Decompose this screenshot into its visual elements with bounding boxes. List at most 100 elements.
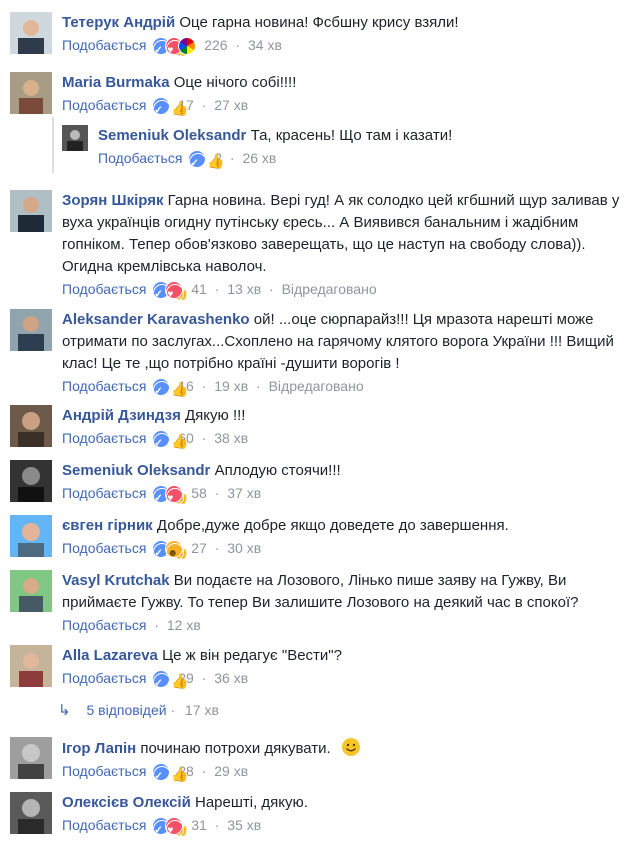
comment-author[interactable]: Vasyl Krutchak [62, 572, 170, 589]
comment-time[interactable]: 19 хв [214, 378, 248, 394]
reaction-count[interactable]: 58 [191, 485, 207, 501]
reaction-count[interactable]: 31 [191, 817, 207, 833]
like-button[interactable]: Подобається [62, 617, 146, 633]
avatar[interactable] [10, 405, 52, 447]
avatar[interactable] [10, 645, 52, 687]
like-button[interactable]: Подобається [62, 378, 146, 394]
comment-text: Оце гарна новина! Фсбшну крису взяли! [179, 14, 459, 31]
reaction-count[interactable]: 41 [191, 281, 207, 297]
like-button[interactable]: Подобається [62, 540, 146, 556]
comment-author[interactable]: Aleksander Karavashenko [62, 311, 250, 328]
reaction-icons[interactable]: ✓ ♥ [152, 37, 197, 58]
avatar[interactable] [10, 460, 52, 502]
avatar[interactable] [10, 570, 52, 612]
comment-item: Ігор Лапін починаю потрохи дякувати. Под… [10, 737, 630, 784]
reaction-count[interactable]: 226 [204, 37, 227, 53]
view-replies-link[interactable]: ↳ 5 відповідей · 17 хв [58, 700, 219, 721]
reaction-icons[interactable]: ✓ [152, 670, 172, 691]
avatar[interactable] [10, 737, 52, 779]
comment-item: Олексієв Олексій Нарешті, дякую. Подобає… [10, 792, 630, 838]
reaction-icons[interactable]: ✓ [152, 97, 172, 118]
comment-time[interactable]: 29 хв [214, 763, 248, 779]
comment-author[interactable]: Semeniuk Oleksandr [62, 462, 210, 479]
edited-label[interactable]: Відредаговано [269, 378, 364, 394]
comment-meta: Подобається ✓ 60 · 38 хв [62, 428, 630, 451]
like-reaction-icon: ✓ [152, 670, 172, 691]
comment-item: Aleksander Karavashenko ой! ...оце сюрпа… [10, 309, 630, 399]
comment-item: Андрій Дзиндзя Дякую !!! Подобається ✓ 6… [10, 405, 630, 451]
comment-time[interactable]: 37 хв [227, 485, 261, 501]
comment-meta: Подобається ✓ ♥ 41 · 13 хв · Відредагова… [62, 279, 630, 302]
like-button[interactable]: Подобається [98, 150, 182, 166]
comment-meta: Подобається ✓ 29 · 36 хв [62, 668, 630, 691]
comment-meta: Подобається ✓ ♥ 226 · 34 хв [62, 35, 630, 58]
comment-time[interactable]: 12 хв [167, 617, 201, 633]
reaction-icons[interactable]: ✓ ♥ [152, 485, 185, 506]
comment-time[interactable]: 38 хв [214, 430, 248, 446]
avatar[interactable] [10, 792, 52, 834]
comment-text: Нарешті, дякую. [195, 794, 308, 811]
comment-meta: Подобається ✓ ♥ 58 · 37 хв [62, 483, 630, 506]
comment-author[interactable]: Maria Burmaka [62, 74, 170, 91]
comment-author[interactable]: Зорян Шкіряк [62, 192, 163, 209]
comment-item: євген гірник Добре,дуже добре якщо довед… [10, 515, 630, 561]
avatar[interactable] [10, 190, 52, 232]
comment-item: Maria Burmaka Оце нічого собі!!!! Подоба… [10, 72, 630, 118]
comment-time[interactable]: 27 хв [214, 97, 248, 113]
comment-meta: Подобається · 12 хв [62, 617, 201, 633]
reaction-icons[interactable]: ✓ ☻ [152, 540, 185, 561]
replies-time[interactable]: 17 хв [185, 702, 219, 718]
like-button[interactable]: Подобається [62, 37, 146, 53]
pride-reaction-icon [178, 37, 197, 55]
like-reaction-icon: ✓ [152, 763, 172, 784]
reaction-count[interactable]: 27 [191, 540, 207, 556]
edited-label[interactable]: Відредаговано [282, 281, 377, 297]
comment-time[interactable]: 35 хв [227, 817, 261, 833]
reaction-icons[interactable]: ✓ ♥ [152, 817, 185, 838]
like-button[interactable]: Подобається [62, 670, 146, 686]
love-reaction-icon: ♥ [165, 817, 185, 838]
avatar[interactable] [10, 72, 52, 114]
comment-meta: Подобається ✓ 17 · 27 хв [62, 95, 630, 118]
avatar[interactable] [10, 12, 52, 54]
like-button[interactable]: Подобається [62, 281, 146, 297]
comment-author[interactable]: Semeniuk Oleksandr [98, 127, 246, 144]
reaction-icons[interactable]: ✓ ♥ [152, 281, 185, 302]
comment-author[interactable]: Тетерук Андрій [62, 14, 175, 31]
replies-count-label[interactable]: 5 відповідей [86, 702, 166, 718]
like-reaction-icon: ✓ [152, 378, 172, 399]
comment-author[interactable]: Олексієв Олексій [62, 794, 191, 811]
comment-item: Тетерук Андрій Оце гарна новина! Фсбшну … [10, 12, 630, 58]
comment-meta: Подобається ✓ ♥ 31 · 35 хв [62, 815, 630, 838]
like-button[interactable]: Подобається [62, 763, 146, 779]
comment-time[interactable]: 34 хв [248, 37, 282, 53]
comment-text: починаю потрохи дякувати. [140, 740, 331, 757]
like-button[interactable]: Подобається [62, 485, 146, 501]
comment-time[interactable]: 26 хв [242, 150, 276, 166]
comment-author[interactable]: Андрій Дзиндзя [62, 407, 181, 424]
reaction-icons[interactable]: ✓ [152, 378, 172, 399]
like-button[interactable]: Подобається [62, 817, 146, 833]
like-button[interactable]: Подобається [62, 97, 146, 113]
reaction-icons[interactable]: ✓ [152, 430, 172, 451]
comment-time[interactable]: 30 хв [227, 540, 261, 556]
reply-item: Semeniuk Oleksandr Та, красень! Що там і… [62, 125, 630, 171]
comment-item: Semeniuk Oleksandr Аплодую стоячи!!! Под… [10, 460, 630, 506]
avatar[interactable] [10, 515, 52, 557]
like-button[interactable]: Подобається [62, 430, 146, 446]
like-reaction-icon: ✓ [188, 150, 208, 171]
love-reaction-icon: ♥ [165, 281, 185, 302]
like-reaction-icon: ✓ [152, 97, 172, 118]
comment-time[interactable]: 36 хв [214, 670, 248, 686]
comment-author[interactable]: євген гірник [62, 517, 153, 534]
comment-meta: Подобається ✓ ☻ 27 · 30 хв [62, 538, 630, 561]
avatar[interactable] [62, 125, 88, 151]
reaction-icons[interactable]: ✓ [188, 150, 208, 171]
comment-text: Дякую !!! [185, 407, 246, 424]
smiley-emoji-icon [341, 738, 360, 756]
reaction-icons[interactable]: ✓ [152, 763, 172, 784]
comment-time[interactable]: 13 хв [227, 281, 261, 297]
comment-author[interactable]: Alla Lazareva [62, 647, 158, 664]
comment-author[interactable]: Ігор Лапін [62, 740, 136, 757]
avatar[interactable] [10, 309, 52, 351]
